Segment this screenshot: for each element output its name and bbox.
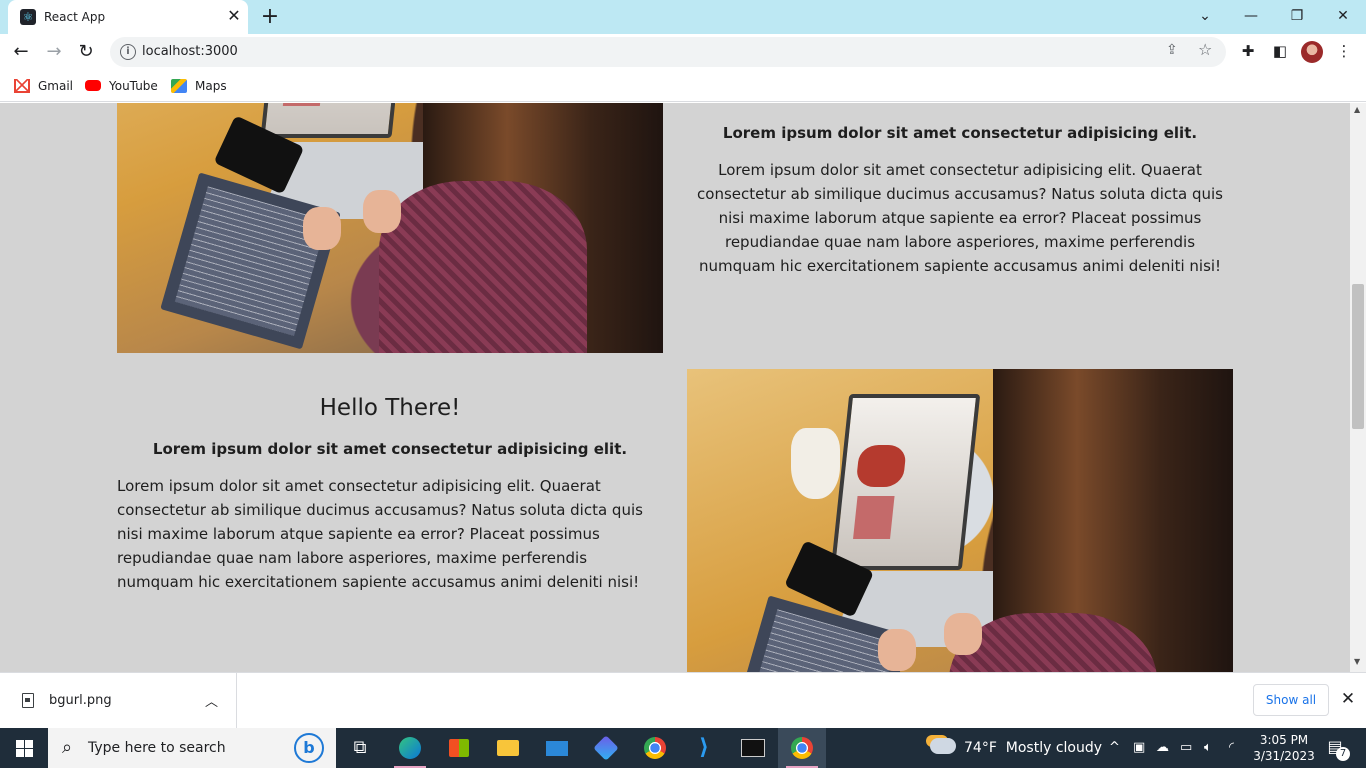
weather-widget[interactable]: 74°F Mostly cloudy [930, 728, 1102, 768]
restore-button[interactable]: ❐ [1283, 4, 1311, 28]
download-file-name[interactable]: bgurl.png [49, 693, 112, 708]
bookmarks-bar: Gmail YouTube Maps [0, 70, 1366, 102]
bookmark-maps[interactable]: Maps [171, 76, 227, 96]
chrome-icon[interactable] [631, 728, 679, 768]
browser-tab[interactable]: ⚛ React App ✕ [8, 0, 248, 34]
system-clock[interactable]: 3:05 PM 3/31/2023 [1248, 732, 1320, 764]
close-download-bar-icon[interactable]: ✕ [1338, 689, 1358, 709]
terminal-icon[interactable] [729, 728, 777, 768]
section2-body: Lorem ipsum dolor sit amet consectetur a… [117, 477, 643, 591]
section2-subheading: Lorem ipsum dolor sit amet consectetur a… [152, 440, 628, 458]
bookmark-label: Maps [195, 79, 227, 93]
close-window-button[interactable]: ✕ [1329, 4, 1357, 28]
extensions-icon[interactable]: ✚ [1236, 39, 1260, 63]
site-info-icon[interactable]: i [120, 44, 136, 60]
bookmark-label: Gmail [38, 79, 74, 93]
search-icon: ⌕ [62, 737, 73, 758]
chevron-up-icon[interactable]: ︿ [205, 691, 218, 710]
address-bar[interactable]: i localhost:3000 ⇪ ☆ [110, 37, 1226, 67]
cloudy-weather-icon [930, 738, 956, 754]
scroll-up-arrow-icon[interactable]: ▲ [1354, 105, 1360, 114]
chrome-profile-icon[interactable] [778, 728, 826, 768]
react-icon: ⚛ [20, 9, 36, 25]
windows-taskbar: ⌕ Type here to search b ⧉ ⟩ 74°F Mostly … [0, 728, 1366, 768]
copilot-app-icon[interactable] [582, 728, 630, 768]
search-placeholder[interactable]: Type here to search [88, 740, 226, 756]
file-explorer-icon[interactable] [484, 728, 532, 768]
download-item[interactable]: bgurl.png ︿ [0, 673, 237, 729]
tab-close-icon[interactable]: ✕ [224, 6, 244, 26]
share-icon[interactable]: ⇪ [1166, 42, 1178, 58]
edge-icon[interactable] [386, 728, 434, 768]
onedrive-icon[interactable]: ☁ [1156, 728, 1169, 768]
scroll-down-arrow-icon[interactable]: ▼ [1354, 657, 1360, 666]
minimize-button[interactable]: — [1237, 4, 1265, 28]
tab-strip: ⚛ React App ✕ + ⌄ — ❐ ✕ [0, 0, 1366, 34]
mail-icon[interactable] [533, 728, 581, 768]
bookmark-gmail[interactable]: Gmail [14, 76, 73, 96]
tab-title: React App [44, 10, 106, 24]
taskbar-search-box[interactable]: ⌕ Type here to search b [48, 728, 336, 768]
menu-dots-icon[interactable]: ⋮ [1332, 39, 1356, 63]
wifi-icon[interactable]: ◜ [1229, 728, 1234, 768]
section2-heading: Hello There! [319, 395, 461, 421]
browser-toolbar: ← → ↻ i localhost:3000 ⇪ ☆ ✚ ◧ ⋮ [0, 34, 1366, 70]
bookmark-star-icon[interactable]: ☆ [1198, 40, 1212, 59]
section1-text: Lorem ipsum dolor sit amet consectetur a… [687, 121, 1233, 278]
tab-search-chevron-icon[interactable]: ⌄ [1191, 4, 1219, 28]
weather-temp: 74°F [964, 740, 997, 756]
start-button[interactable] [0, 728, 48, 768]
show-all-button[interactable]: Show all [1253, 684, 1329, 716]
section1-body: Lorem ipsum dolor sit amet consectetur a… [697, 161, 1223, 275]
bookmark-youtube[interactable]: YouTube [85, 76, 158, 96]
page-viewport: Lorem ipsum dolor sit amet consectetur a… [0, 103, 1350, 672]
windows-logo-icon [16, 740, 24, 748]
youtube-icon [85, 80, 101, 91]
reload-button[interactable]: ↻ [73, 39, 99, 65]
notification-center-icon[interactable]: ▤ 7 [1324, 737, 1350, 761]
notification-count: 7 [1336, 747, 1350, 761]
profile-avatar[interactable] [1301, 41, 1323, 63]
clock-date: 3/31/2023 [1253, 749, 1315, 763]
image-file-icon [22, 693, 34, 708]
chevron-up-tray-icon[interactable]: ^ [1109, 728, 1120, 768]
section2-text: Hello There! Lorem ipsum dolor sit amet … [117, 393, 663, 594]
back-button[interactable]: ← [8, 39, 34, 65]
download-bar: bgurl.png ︿ Show all ✕ [0, 672, 1366, 729]
side-panel-icon[interactable]: ◧ [1268, 39, 1292, 63]
bing-icon[interactable]: b [294, 733, 324, 763]
section1-subheading: Lorem ipsum dolor sit amet consectetur a… [722, 124, 1198, 142]
page-scrollbar[interactable]: ▲ ▼ [1350, 103, 1366, 672]
microsoft-store-icon[interactable] [435, 728, 483, 768]
meet-now-icon[interactable]: ▣ [1133, 728, 1145, 768]
scrollbar-thumb[interactable] [1352, 284, 1364, 429]
laptop-photo-1 [117, 103, 663, 353]
url-text[interactable]: localhost:3000 [142, 44, 238, 59]
laptop-photo-2 [687, 369, 1233, 672]
volume-icon[interactable]: 🔈︎ [1204, 728, 1212, 768]
weather-text: Mostly cloudy [1005, 740, 1103, 756]
forward-button[interactable]: → [41, 39, 67, 65]
battery-icon[interactable]: ▭ [1180, 728, 1192, 768]
task-view-icon[interactable]: ⧉ [336, 728, 384, 768]
vscode-icon[interactable]: ⟩ [680, 728, 728, 768]
new-tab-button[interactable]: + [258, 5, 282, 29]
clock-time: 3:05 PM [1259, 733, 1309, 747]
gmail-icon [14, 78, 30, 93]
maps-icon [171, 78, 187, 93]
bookmark-label: YouTube [109, 79, 158, 93]
